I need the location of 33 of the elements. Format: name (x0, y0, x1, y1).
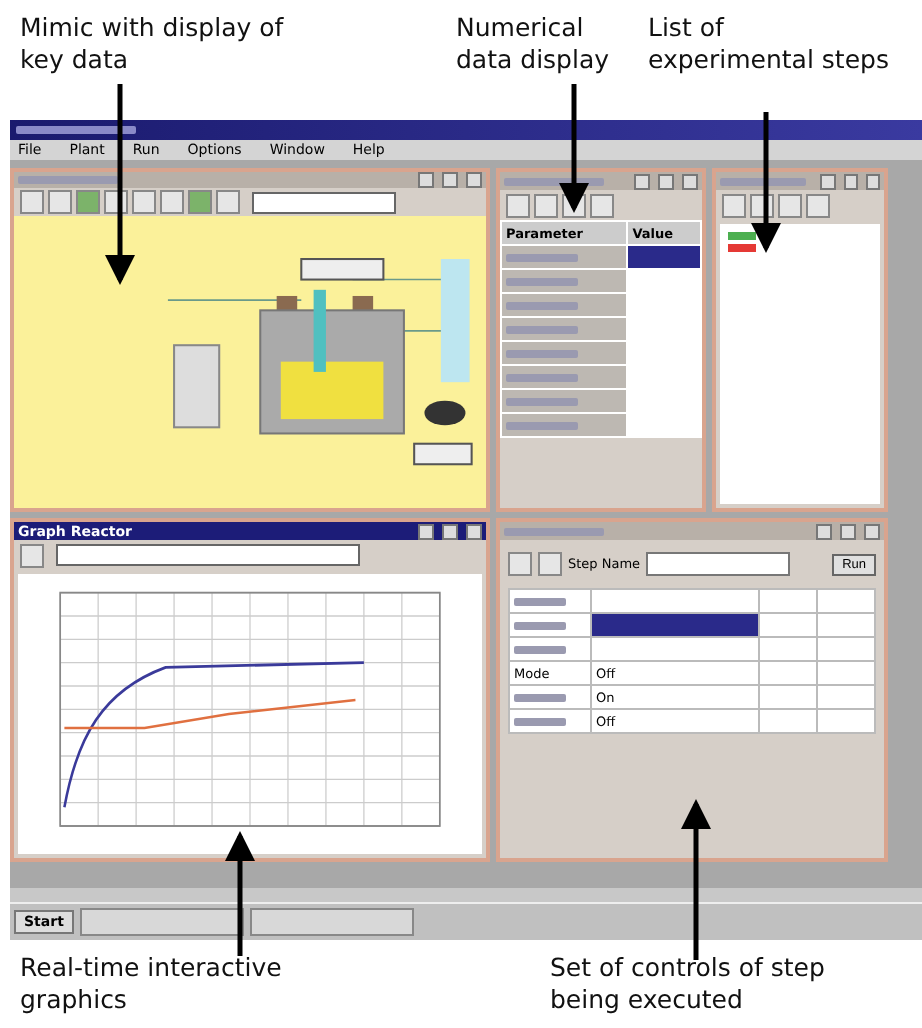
blurred-label (514, 597, 566, 605)
minimize-button[interactable] (418, 523, 434, 539)
step-name-field[interactable] (646, 552, 791, 576)
taskbar-button[interactable] (79, 908, 244, 936)
blurred-label (506, 325, 578, 333)
callout-caption: Real-time interactive graphics (20, 952, 284, 1016)
blurred-label (514, 621, 566, 629)
blurred-label (506, 277, 578, 285)
blurred-label (18, 176, 118, 185)
blurred-label (514, 693, 566, 701)
callout-arrow (751, 112, 781, 253)
callout-arrow (559, 84, 589, 213)
maximize-button[interactable] (442, 523, 458, 539)
callout-arrow (225, 831, 255, 956)
blurred-label (514, 717, 566, 725)
blurred-label (506, 349, 578, 357)
blurred-label (506, 397, 578, 405)
value-cell[interactable] (591, 637, 760, 661)
dropdown-field[interactable] (56, 544, 360, 566)
callout-caption: Numerical data display (456, 12, 612, 78)
close-button[interactable] (466, 523, 482, 539)
blurred-label (514, 645, 566, 653)
blurred-label (16, 126, 136, 134)
blurred-label (506, 421, 578, 429)
callout-caption: List of experimental steps (648, 12, 891, 78)
callout-caption: Set of controls of step being executed (550, 952, 827, 1016)
dropdown-field[interactable] (252, 191, 396, 214)
blurred-label (506, 373, 578, 381)
callout-caption: Mimic with display of key data (20, 12, 286, 78)
blurred-label (506, 301, 578, 309)
blurred-label (506, 253, 578, 261)
value-cell[interactable] (591, 589, 760, 613)
value-cell[interactable] (591, 613, 760, 637)
